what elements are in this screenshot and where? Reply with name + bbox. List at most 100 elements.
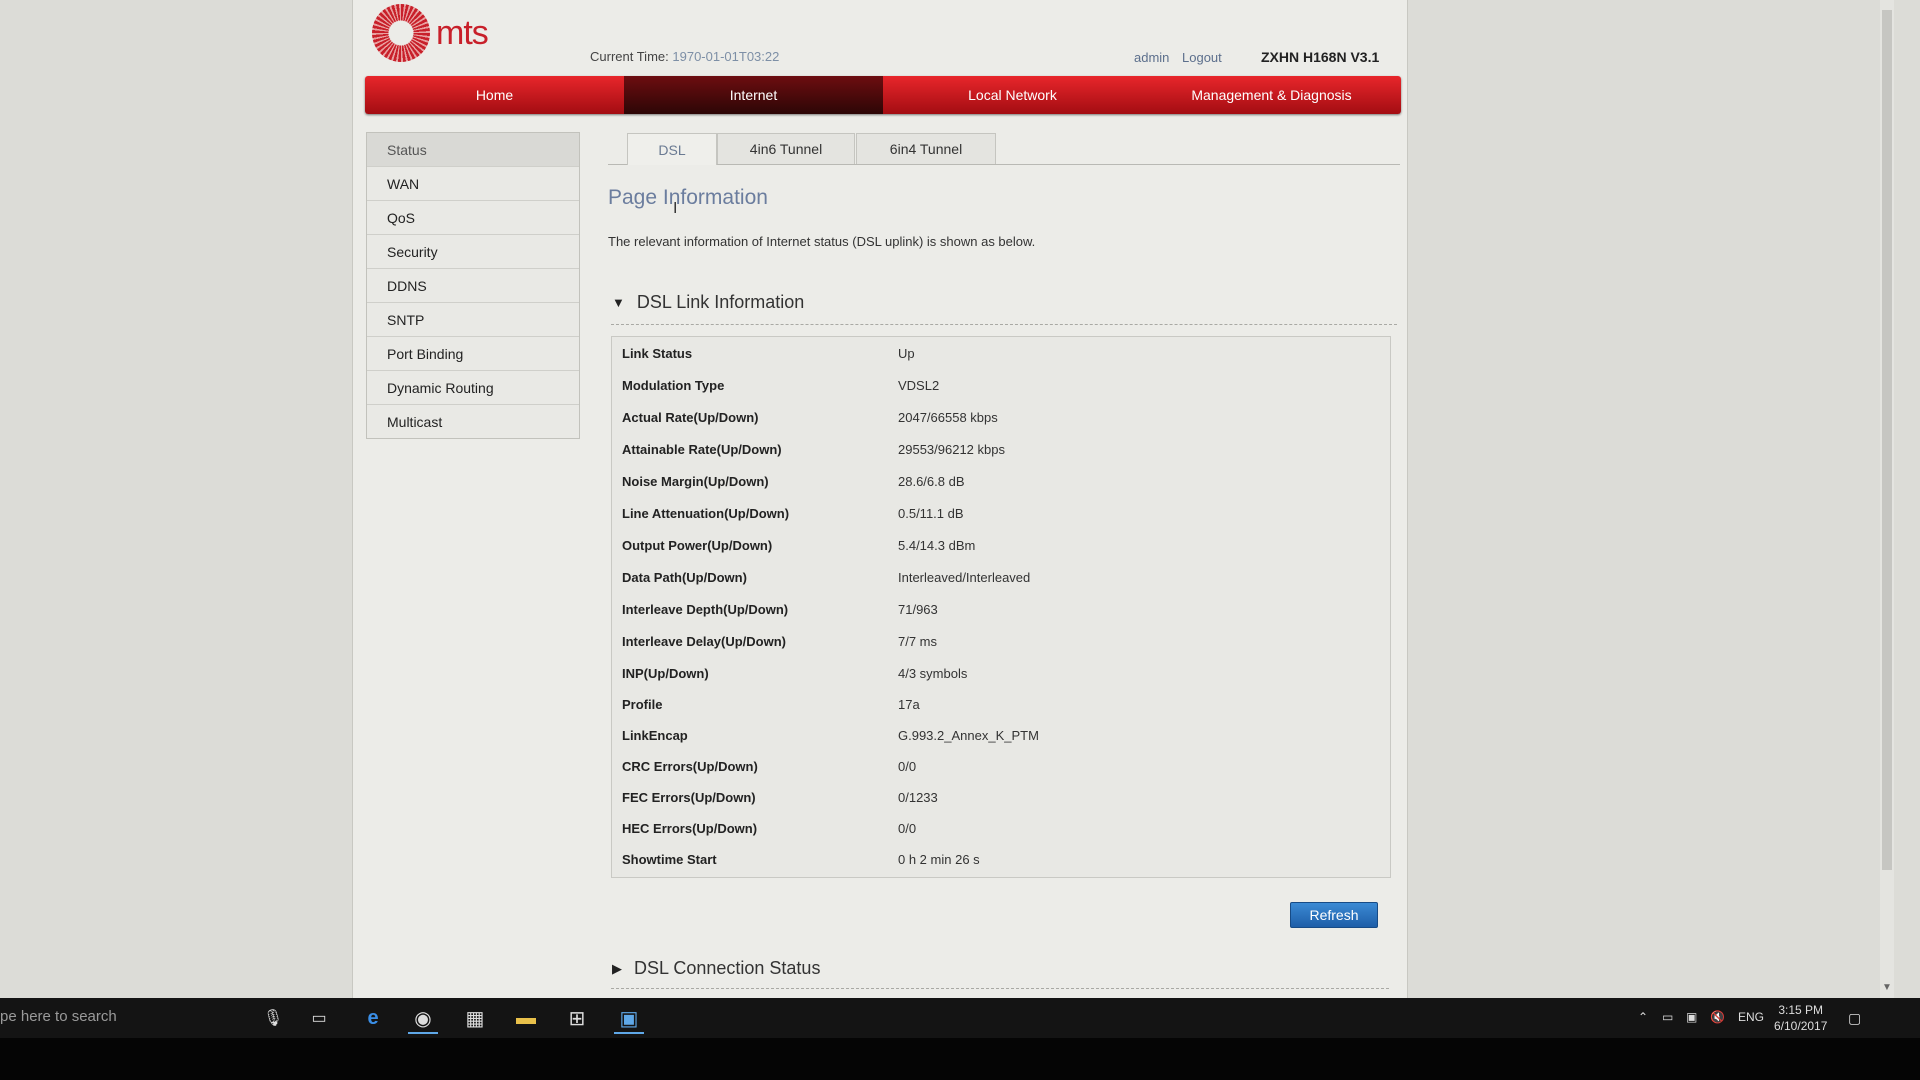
row-value: 71/963: [898, 601, 938, 617]
sidebar-item-wan[interactable]: WAN: [367, 166, 579, 200]
table-row: Profile 17a: [612, 688, 1390, 720]
brand-name: mts: [436, 13, 489, 52]
row-value: Interleaved/Interleaved: [898, 569, 1031, 585]
table-row: FEC Errors(Up/Down) 0/1233: [612, 781, 1390, 813]
row-value: 0.5/11.1 dB: [898, 505, 964, 521]
main-nav: Home Internet Local Network Management &…: [365, 76, 1401, 114]
row-key: Profile: [622, 696, 663, 712]
text-cursor-icon: I: [673, 200, 678, 217]
chrome-browser-icon[interactable]: ◉: [408, 1004, 438, 1034]
row-value: 7/7 ms: [898, 633, 938, 649]
row-value: 4/3 symbols: [898, 665, 968, 681]
taskbar-search-input[interactable]: pe here to search: [0, 1008, 117, 1025]
row-value: 2047/66558 kbps: [898, 409, 998, 425]
row-key: CRC Errors(Up/Down): [622, 758, 758, 774]
table-row: Actual Rate(Up/Down) 2047/66558 kbps: [612, 401, 1390, 433]
dsl-link-section-title: DSL Link Information: [636, 292, 805, 312]
admin-user-link[interactable]: admin: [1134, 50, 1169, 65]
sidebar-item-sntp[interactable]: SNTP: [367, 302, 579, 336]
table-row: HEC Errors(Up/Down) 0/0: [612, 812, 1390, 844]
table-row: Attainable Rate(Up/Down) 29553/96212 kbps: [612, 433, 1390, 465]
dsl-link-table: Link Status Up Modulation Type VDSL2 Actua…: [611, 336, 1391, 878]
refresh-button[interactable]: Refresh: [1290, 902, 1378, 928]
dsl-connection-section-header[interactable]: ▶ DSL Connection Status: [612, 958, 820, 979]
clock-time: 3:15 PM: [1778, 1003, 1824, 1017]
row-key: Noise Margin(Up/Down): [622, 473, 769, 489]
table-row: Showtime Start 0 h 2 min 26 s: [612, 843, 1390, 875]
row-value: 28.6/6.8 dB: [898, 473, 965, 489]
network-icon[interactable]: ▣: [1686, 1010, 1697, 1024]
sidebar-item-port-binding[interactable]: Port Binding: [367, 336, 579, 370]
scrollbar-thumb[interactable]: [1882, 10, 1892, 870]
table-row: Output Power(Up/Down) 5.4/14.3 dBm: [612, 529, 1390, 561]
row-value: VDSL2: [898, 377, 940, 393]
dsl-link-section-header[interactable]: ▼ DSL Link Information: [612, 292, 804, 313]
table-row: Interleave Depth(Up/Down) 71/963: [612, 593, 1390, 625]
row-key: HEC Errors(Up/Down): [622, 820, 758, 836]
task-view-icon[interactable]: ▭: [304, 1004, 334, 1032]
calculator-icon[interactable]: ▦: [460, 1004, 490, 1032]
row-value: Up: [898, 345, 915, 361]
table-row: Link Status Up: [612, 337, 1390, 369]
sidebar-item-ddns[interactable]: DDNS: [367, 268, 579, 302]
table-row: Interleave Delay(Up/Down) 7/7 ms: [612, 625, 1390, 657]
table-row: Data Path(Up/Down) Interleaved/Interleave…: [612, 561, 1390, 593]
sidebar: Status WAN QoS Security DDNS SNTP Port B…: [366, 132, 580, 439]
logout-link[interactable]: Logout: [1182, 50, 1222, 65]
store-icon[interactable]: ⊞: [562, 1004, 592, 1032]
row-key: INP(Up/Down): [622, 665, 709, 681]
device-model: ZXHN H168N V3.1: [1261, 49, 1380, 65]
collapse-triangle-icon: ▼: [612, 295, 625, 310]
microphone-icon[interactable]: 🎙: [258, 1004, 288, 1032]
language-indicator[interactable]: ENG: [1738, 1010, 1764, 1024]
windows-taskbar: pe here to search 🎙 ▭ e ◉ ▦ ▬ ⊞ ▣ ⌃ ▭ ▣ …: [0, 998, 1920, 1038]
current-time: Current Time: 1970-01-01T03:22: [590, 49, 779, 64]
sidebar-item-security[interactable]: Security: [367, 234, 579, 268]
volume-muted-icon[interactable]: 🔇: [1710, 1010, 1725, 1024]
nav-management-diagnosis[interactable]: Management & Diagnosis: [1142, 76, 1401, 114]
remote-desktop-icon[interactable]: ▣: [614, 1004, 644, 1034]
file-explorer-icon[interactable]: ▬: [511, 1004, 541, 1032]
edge-browser-icon[interactable]: e: [358, 1004, 388, 1032]
monitor-bezel: [0, 1038, 1920, 1080]
row-key: Output Power(Up/Down): [622, 537, 773, 553]
sidebar-item-status[interactable]: Status: [367, 133, 579, 166]
table-row: Line Attenuation(Up/Down) 0.5/11.1 dB: [612, 497, 1390, 529]
row-key: Modulation Type: [622, 377, 725, 393]
nav-local-network[interactable]: Local Network: [883, 76, 1142, 114]
dsl-connection-section-title: DSL Connection Status: [634, 958, 821, 978]
section-divider: [611, 324, 1397, 325]
nav-internet[interactable]: Internet: [624, 76, 883, 114]
expand-triangle-icon: ▶: [612, 960, 622, 976]
taskbar-clock[interactable]: 3:15 PM 6/10/2017: [1774, 1002, 1827, 1034]
current-time-label: Current Time:: [590, 49, 669, 64]
page-description: The relevant information of Internet sta…: [608, 234, 1036, 249]
row-key: Interleave Delay(Up/Down): [622, 633, 786, 649]
table-row: LinkEncap G.993.2_Annex_K_PTM: [612, 719, 1390, 751]
row-value: 0/0: [898, 758, 917, 774]
row-value: 29553/96212 kbps: [898, 441, 1005, 457]
scroll-down-arrow-icon[interactable]: ▼: [1882, 982, 1892, 993]
tray-chevron-up-icon[interactable]: ⌃: [1638, 1010, 1648, 1024]
battery-icon[interactable]: ▭: [1662, 1010, 1673, 1024]
row-key: Line Attenuation(Up/Down): [622, 505, 790, 521]
row-key: Data Path(Up/Down): [622, 569, 747, 585]
row-value: 17a: [898, 696, 920, 712]
sidebar-item-multicast[interactable]: Multicast: [367, 404, 579, 438]
notification-center-icon[interactable]: ▢: [1848, 1010, 1861, 1027]
row-value: 0 h 2 min 26 s: [898, 851, 980, 867]
tab-6in4-tunnel[interactable]: 6in4 Tunnel: [856, 133, 996, 164]
row-key: Showtime Start: [622, 851, 717, 867]
table-row: Noise Margin(Up/Down) 28.6/6.8 dB: [612, 465, 1390, 497]
row-key: LinkEncap: [622, 727, 688, 743]
sidebar-item-dynamic-routing[interactable]: Dynamic Routing: [367, 370, 579, 404]
tab-4in6-tunnel[interactable]: 4in6 Tunnel: [717, 133, 855, 164]
row-key: FEC Errors(Up/Down): [622, 789, 756, 805]
sidebar-item-qos[interactable]: QoS: [367, 200, 579, 234]
table-row: INP(Up/Down) 4/3 symbols: [612, 657, 1390, 689]
table-row: CRC Errors(Up/Down) 0/0: [612, 750, 1390, 782]
tab-dsl[interactable]: DSL: [627, 133, 717, 165]
row-key: Interleave Depth(Up/Down): [622, 601, 789, 617]
nav-home[interactable]: Home: [365, 76, 624, 114]
mts-logo: mts: [372, 4, 489, 62]
